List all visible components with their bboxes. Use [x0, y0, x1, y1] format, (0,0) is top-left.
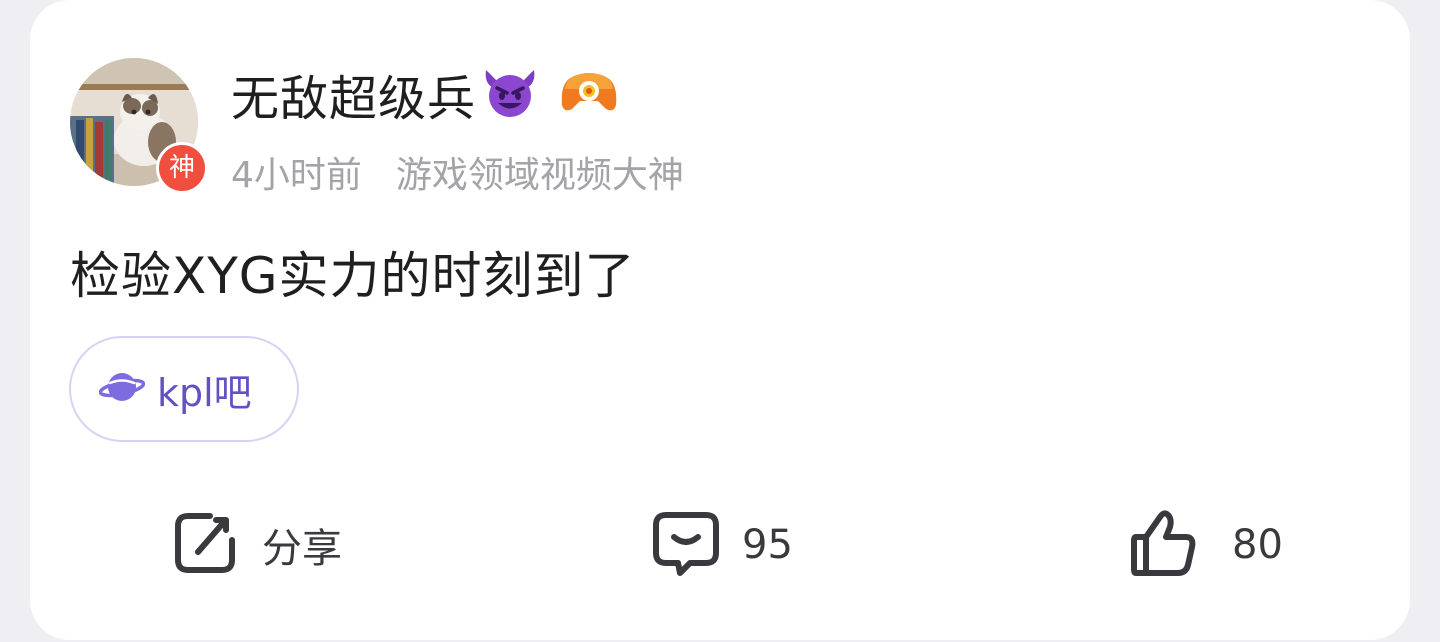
forum-name: kpl吧: [157, 370, 252, 415]
share-label: 分享: [262, 526, 342, 572]
user-title: 游戏领域视频大神: [395, 155, 684, 196]
like-count: 80: [1232, 522, 1283, 568]
post-card[interactable]: 神 无敌超级兵 4小时前 游戏领域视频大神 检验XYG实力的时刻到了 kpl吧 …: [30, 0, 1410, 640]
smiling-devil-emoji-icon: [480, 66, 540, 122]
like-button[interactable]: 80: [1130, 505, 1283, 585]
comment-button[interactable]: 95: [650, 505, 793, 585]
share-button[interactable]: 分享: [170, 505, 342, 585]
forum-tag[interactable]: kpl吧: [69, 336, 299, 442]
share-icon: [170, 508, 240, 582]
post-meta: 4小时前 游戏领域视频大神: [231, 146, 684, 198]
username-row: 无敌超级兵: [231, 59, 620, 129]
comment-count: 95: [742, 522, 793, 568]
god-badge: 神: [156, 142, 208, 194]
username[interactable]: 无敌超级兵: [231, 59, 476, 129]
game-controller-badge-icon: [558, 67, 620, 121]
comment-icon: [650, 507, 722, 583]
post-time: 4小时前: [231, 155, 362, 196]
avatar-container[interactable]: 神: [70, 58, 208, 194]
post-content[interactable]: 检验XYG实力的时刻到了: [70, 236, 636, 308]
planet-icon: [98, 367, 146, 411]
thumbs-up-icon: [1130, 507, 1198, 583]
